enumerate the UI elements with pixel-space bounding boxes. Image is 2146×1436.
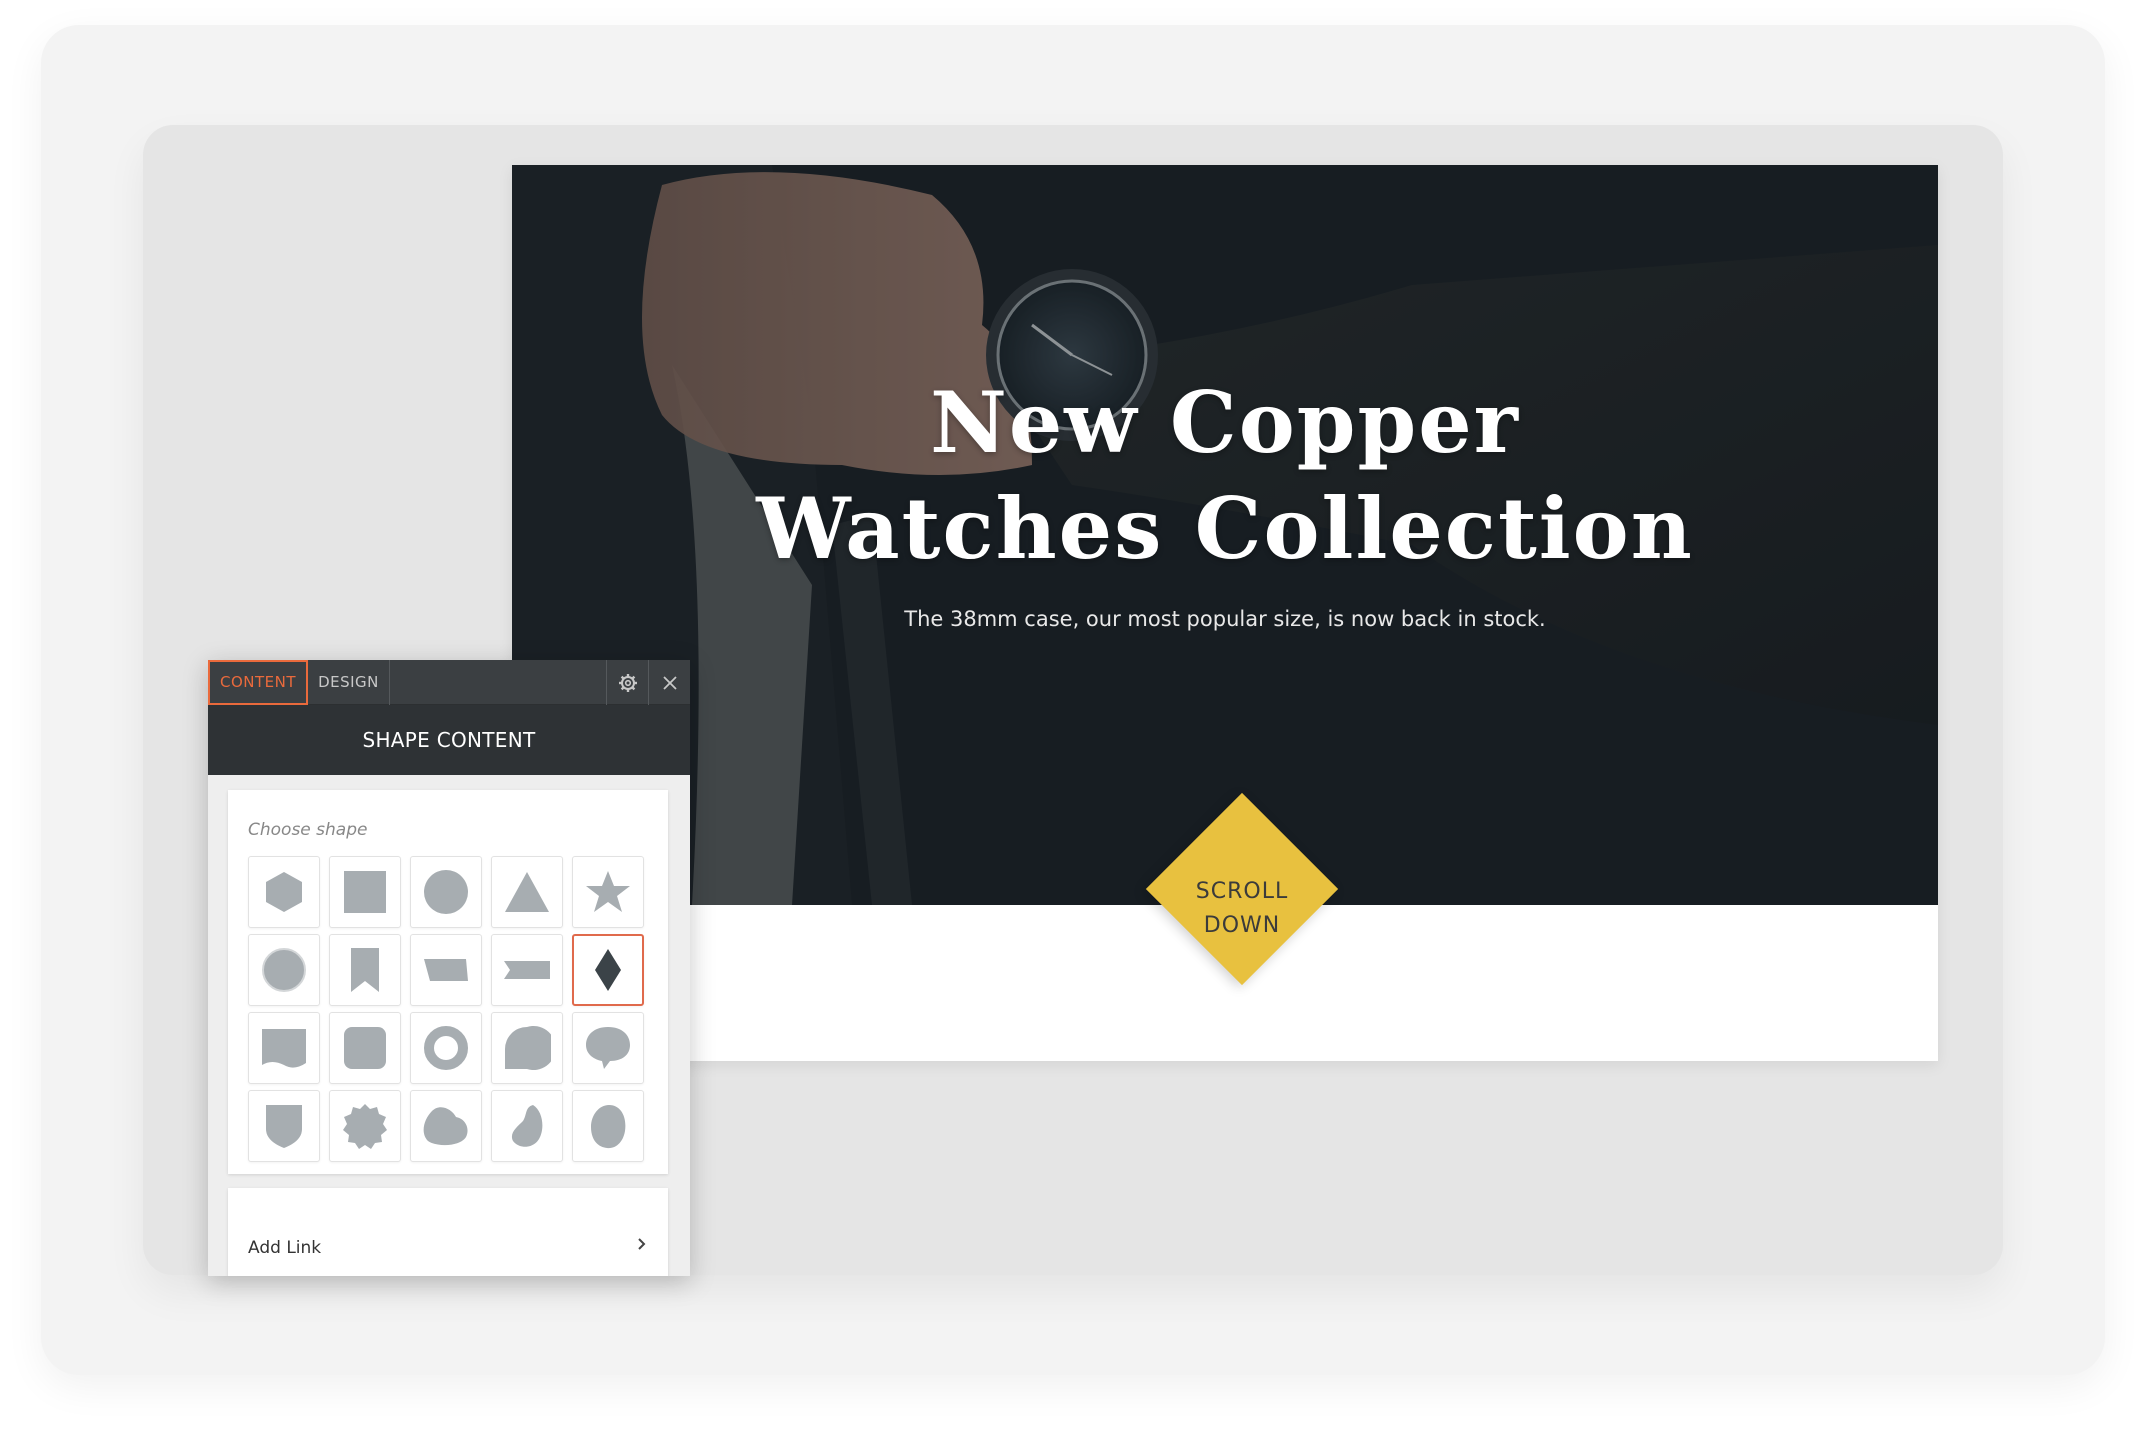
close-icon xyxy=(662,675,677,690)
speech-bubble-round-icon xyxy=(586,1027,630,1069)
shape-option-ribbon[interactable] xyxy=(491,934,563,1006)
parallelogram-icon xyxy=(424,959,468,981)
shape-option-triangle[interactable] xyxy=(491,856,563,928)
shape-option-star[interactable] xyxy=(572,856,644,928)
hero-title-line-1: New Copper xyxy=(930,373,1520,472)
scroll-down-label-line-1: SCROLL xyxy=(1195,879,1289,904)
page-preview: New Copper Watches Collection The 38mm c… xyxy=(512,165,1938,1061)
shape-option-ring[interactable] xyxy=(410,1012,482,1084)
shape-editor-panel: CONTENT DESIGN SHAPE CONTENT Choose shap… xyxy=(208,660,690,1276)
wave-rect-icon xyxy=(262,1029,306,1068)
shape-option-square[interactable] xyxy=(329,856,401,928)
hexagon-icon xyxy=(266,872,302,912)
gear-icon xyxy=(618,673,637,692)
panel-title: SHAPE CONTENT xyxy=(208,705,690,775)
shape-option-blob[interactable] xyxy=(410,1090,482,1162)
shape-option-speech-bubble-round[interactable] xyxy=(572,1012,644,1084)
triangle-icon xyxy=(505,872,549,912)
shape-option-diamond[interactable] xyxy=(572,934,644,1006)
shape-option-rounded-square[interactable] xyxy=(329,1012,401,1084)
shape-option-circle[interactable] xyxy=(410,856,482,928)
rounded-square-icon xyxy=(344,1027,386,1069)
shape-option-badge[interactable] xyxy=(329,1090,401,1162)
shape-option-circle-outline[interactable] xyxy=(248,934,320,1006)
badge-icon xyxy=(343,1104,387,1149)
add-link-row[interactable]: Add Link xyxy=(228,1188,668,1276)
speech-bubble-icon xyxy=(505,1026,551,1070)
hero-subtitle[interactable]: The 38mm case, our most popular size, is… xyxy=(712,607,1738,631)
bookmark-icon xyxy=(351,948,379,992)
star-icon xyxy=(586,871,630,912)
shape-option-wave-rect[interactable] xyxy=(248,1012,320,1084)
square-icon xyxy=(344,871,386,913)
chevron-right-icon xyxy=(638,1238,646,1250)
diamond-icon xyxy=(595,949,621,991)
hero-section[interactable]: New Copper Watches Collection The 38mm c… xyxy=(512,165,1938,905)
shape-option-shield[interactable] xyxy=(248,1090,320,1162)
hero-title[interactable]: New Copper Watches Collection xyxy=(712,370,1738,582)
settings-button[interactable] xyxy=(606,660,648,705)
scroll-down-label-line-2: DOWN xyxy=(1203,913,1281,938)
panel-tabbar: CONTENT DESIGN xyxy=(208,660,690,705)
choose-shape-section: Choose shape xyxy=(228,790,668,1174)
shape-option-hexagon[interactable] xyxy=(248,856,320,928)
close-panel-button[interactable] xyxy=(648,660,690,705)
blob-icon xyxy=(423,1107,468,1146)
tab-design[interactable]: DESIGN xyxy=(308,660,390,705)
egg-blob-icon xyxy=(591,1105,626,1149)
add-link-label: Add Link xyxy=(248,1238,322,1258)
choose-shape-label: Choose shape xyxy=(248,820,368,840)
circle-outline-icon xyxy=(262,948,306,992)
scroll-down-label[interactable]: SCROLL DOWN xyxy=(1152,875,1332,943)
ribbon-icon xyxy=(504,961,550,979)
shape-option-bookmark[interactable] xyxy=(329,934,401,1006)
shape-option-leaf-blob[interactable] xyxy=(491,1090,563,1162)
shape-option-egg-blob[interactable] xyxy=(572,1090,644,1162)
shape-option-parallelogram[interactable] xyxy=(410,934,482,1006)
hero-title-line-2: Watches Collection xyxy=(756,479,1694,578)
circle-icon xyxy=(424,870,468,914)
shape-option-speech-bubble[interactable] xyxy=(491,1012,563,1084)
leaf-blob-icon xyxy=(511,1105,543,1147)
tab-content[interactable]: CONTENT xyxy=(208,660,308,705)
ring-icon xyxy=(424,1026,468,1070)
shield-icon xyxy=(266,1105,302,1148)
shape-grid xyxy=(248,856,648,1162)
